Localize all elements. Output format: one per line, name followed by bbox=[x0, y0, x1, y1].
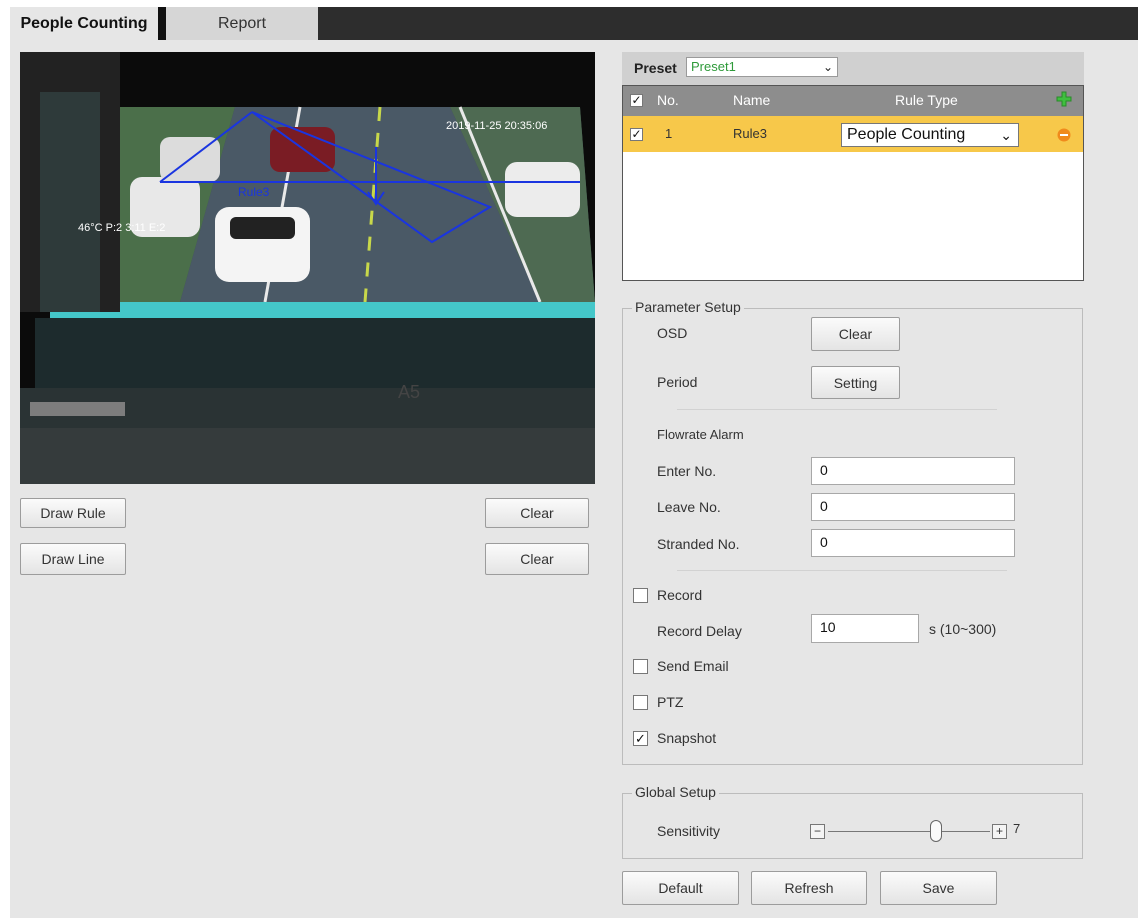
save-button[interactable]: Save bbox=[880, 871, 997, 905]
rule-no: 1 bbox=[665, 126, 673, 141]
stranded-no-input[interactable]: 0 bbox=[811, 529, 1015, 557]
clear-line-button[interactable]: Clear bbox=[485, 543, 589, 575]
video-overlay-text: 46°C P:2 3:11 E:2 bbox=[78, 222, 166, 234]
period-label: Period bbox=[657, 374, 698, 390]
draw-line-button[interactable]: Draw Line bbox=[20, 543, 126, 575]
enter-no-input[interactable]: 0 bbox=[811, 457, 1015, 485]
leave-no-label: Leave No. bbox=[657, 499, 721, 515]
record-delay-unit: s (10~300) bbox=[929, 621, 997, 637]
video-frame bbox=[20, 52, 595, 484]
send-email-checkbox[interactable] bbox=[633, 659, 648, 674]
video-timestamp: 2019-11-25 20:35:06 bbox=[446, 120, 548, 132]
osd-clear-button[interactable]: Clear bbox=[811, 317, 900, 351]
clear-rule-button[interactable]: Clear bbox=[485, 498, 589, 528]
slider-thumb[interactable] bbox=[930, 820, 942, 842]
slider-track bbox=[828, 831, 990, 832]
rule-table-header: ✓ No. Name Rule Type bbox=[623, 86, 1083, 116]
plus-icon[interactable]: + bbox=[992, 824, 1007, 839]
record-checkbox[interactable] bbox=[633, 588, 648, 603]
ptz-checkbox[interactable] bbox=[633, 695, 648, 710]
osd-label: OSD bbox=[657, 325, 688, 341]
default-button[interactable]: Default bbox=[622, 871, 739, 905]
rule-type-value: People Counting bbox=[847, 126, 966, 143]
enter-no-label: Enter No. bbox=[657, 463, 717, 479]
chevron-down-icon: ⌄ bbox=[1000, 127, 1012, 143]
select-all-checkbox[interactable]: ✓ bbox=[630, 94, 643, 107]
preset-value: Preset1 bbox=[691, 59, 736, 74]
record-delay-label: Record Delay bbox=[657, 623, 742, 639]
sensitivity-label: Sensitivity bbox=[657, 823, 721, 839]
record-delay-input[interactable]: 10 bbox=[811, 614, 919, 643]
sensitivity-value: 7 bbox=[1013, 821, 1021, 836]
video-plate-text: A5 bbox=[398, 382, 421, 402]
draw-rule-button[interactable]: Draw Rule bbox=[20, 498, 126, 528]
send-email-label: Send Email bbox=[657, 658, 729, 674]
preset-label: Preset bbox=[634, 60, 677, 76]
header-no: No. bbox=[657, 92, 679, 108]
divider bbox=[677, 409, 997, 410]
refresh-button[interactable]: Refresh bbox=[751, 871, 867, 905]
minus-icon[interactable]: − bbox=[810, 824, 825, 839]
leave-no-input[interactable]: 0 bbox=[811, 493, 1015, 521]
rule-name: Rule3 bbox=[733, 126, 767, 141]
tab-report[interactable]: Report bbox=[166, 7, 318, 40]
period-setting-button[interactable]: Setting bbox=[811, 366, 900, 399]
video-rule-label: Rule3 bbox=[238, 185, 270, 199]
tab-people-counting[interactable]: People Counting bbox=[10, 7, 158, 40]
divider bbox=[677, 570, 1007, 571]
video-preview[interactable]: 2019-11-25 20:35:06 Rule3 46°C P:2 3:11 … bbox=[20, 52, 595, 484]
snapshot-checkbox[interactable]: ✓ bbox=[633, 731, 648, 746]
parameter-setup-legend: Parameter Setup bbox=[632, 299, 744, 315]
add-rule-icon[interactable] bbox=[1056, 91, 1072, 107]
header-rule-type: Rule Type bbox=[895, 92, 958, 108]
remove-rule-icon[interactable] bbox=[1057, 128, 1071, 142]
header-name: Name bbox=[733, 92, 771, 108]
rule-row-checkbox[interactable]: ✓ bbox=[630, 128, 643, 141]
stranded-no-label: Stranded No. bbox=[657, 536, 740, 552]
chevron-down-icon: ⌄ bbox=[822, 60, 833, 74]
preset-select[interactable]: Preset1 ⌄ bbox=[686, 57, 838, 77]
rule-type-select[interactable]: People Counting ⌄ bbox=[841, 123, 1019, 147]
record-label: Record bbox=[657, 587, 703, 603]
global-setup-legend: Global Setup bbox=[632, 784, 719, 800]
tab-separator bbox=[158, 7, 166, 40]
flowrate-alarm-label: Flowrate Alarm bbox=[657, 427, 744, 442]
ptz-label: PTZ bbox=[657, 694, 684, 710]
snapshot-label: Snapshot bbox=[657, 730, 717, 746]
sensitivity-slider[interactable]: − + 7 bbox=[810, 818, 1040, 844]
